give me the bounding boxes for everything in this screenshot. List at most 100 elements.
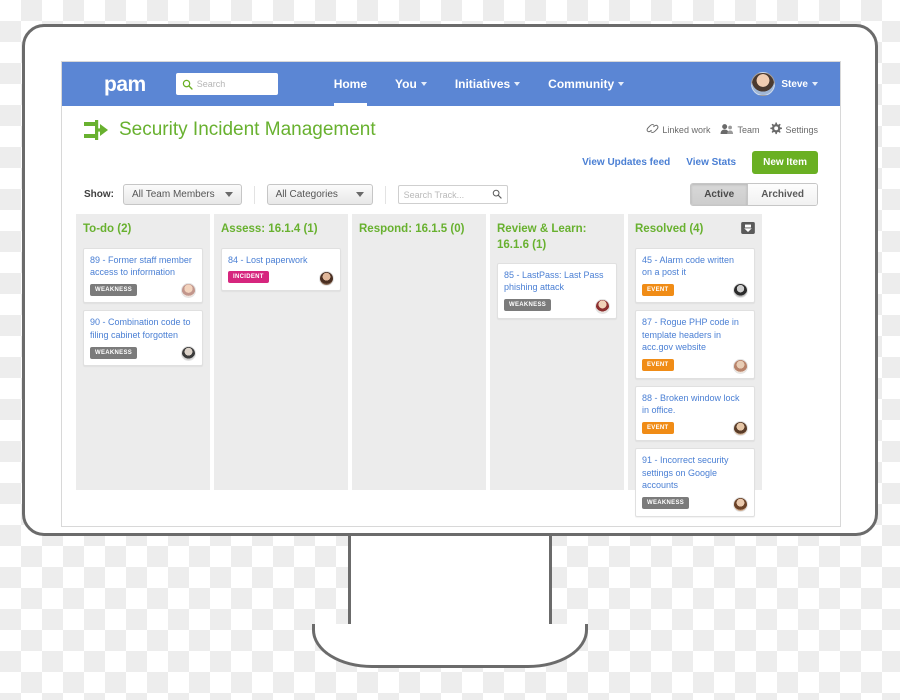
nav-link-initiatives-label: Initiatives [454, 77, 511, 91]
page-title: Security Incident Management [119, 119, 376, 140]
card-title: 88 - Broken window lock in office. [642, 392, 740, 415]
status-badge: WEAKNESS [504, 299, 552, 312]
nav-link-you-label: You [395, 77, 417, 91]
column-title: Respond: 16.1.5 (0) [359, 223, 465, 235]
archive-icon[interactable] [741, 222, 755, 240]
avatar [595, 298, 610, 314]
card-footer: WEAKNESS [90, 345, 196, 362]
divider [253, 185, 255, 204]
avatar [733, 496, 748, 512]
card-footer: WEAKNESS [642, 496, 748, 512]
avatar [319, 270, 334, 286]
chevron-down-icon [618, 82, 625, 86]
search-icon [182, 79, 193, 90]
categories-select-value: All Categories [275, 189, 338, 200]
card[interactable]: 85 - LastPass: Last Pass phishing attack… [497, 263, 617, 319]
nav-link-you[interactable]: You [395, 62, 427, 106]
card[interactable]: 91 - Incorrect security settings on Goog… [635, 448, 755, 517]
status-badge: WEAKNESS [90, 283, 138, 296]
nav-link-community[interactable]: Community [548, 62, 625, 106]
page-root: pam Search Home You Initiatives Communit… [0, 0, 900, 700]
user-menu[interactable]: Steve [751, 72, 818, 96]
board-column-respond: Respond: 16.1.5 (0) [352, 214, 486, 490]
team-label: Team [737, 124, 760, 135]
app-logo[interactable]: pam [104, 74, 146, 95]
monitor-stand-base [312, 624, 588, 668]
segment-archived[interactable]: Archived [747, 184, 817, 205]
card[interactable]: 45 - Alarm code written on a post it EVE… [635, 247, 755, 304]
global-search-box[interactable]: Search [175, 73, 278, 95]
chevron-down-icon [812, 82, 818, 86]
card[interactable]: 90 - Combination code to filing cabinet … [83, 310, 203, 367]
card-footer: INCIDENT [228, 270, 334, 286]
column-title: To-do (2) [83, 223, 132, 235]
card-title: 84 - Lost paperwork [228, 254, 308, 265]
track-search-placeholder: Search Track... [403, 189, 465, 200]
nav-link-home[interactable]: Home [333, 62, 368, 106]
column-title: Assess: 16.1.4 (1) [221, 223, 318, 235]
column-title-wrap: Resolved (4) [635, 222, 755, 238]
column-title: Resolved (4) [635, 223, 704, 235]
people-icon [720, 123, 734, 137]
card-title: 87 - Rogue PHP code in template headers … [642, 317, 739, 353]
settings-button[interactable]: Settings [769, 122, 818, 137]
show-label: Show: [84, 189, 114, 200]
view-updates-feed-link[interactable]: View Updates feed [582, 157, 670, 168]
card-footer: EVENT [642, 358, 748, 374]
avatar [181, 283, 196, 299]
active-archived-toggle: Active Archived [690, 183, 818, 206]
page-header: Security Incident Management Linked work [62, 106, 840, 141]
search-icon [492, 186, 502, 204]
card[interactable]: 84 - Lost paperwork INCIDENT [221, 247, 341, 291]
avatar [733, 421, 748, 437]
board-column-todo: To-do (2) 89 - Former staff member acces… [76, 214, 210, 490]
avatar [181, 346, 196, 362]
team-button[interactable]: Team [720, 123, 759, 137]
settings-label: Settings [785, 124, 818, 135]
card[interactable]: 88 - Broken window lock in office. EVENT [635, 385, 755, 442]
nav-links: Home You Initiatives Community [333, 62, 652, 106]
card-title: 85 - LastPass: Last Pass phishing attack [504, 270, 604, 293]
card[interactable]: 89 - Former staff member access to infor… [83, 247, 203, 304]
linked-work-button[interactable]: Linked work [646, 123, 710, 136]
status-badge: WEAKNESS [642, 497, 690, 510]
view-stats-link[interactable]: View Stats [686, 157, 736, 168]
segment-active[interactable]: Active [691, 184, 748, 205]
kanban-board: To-do (2) 89 - Former staff member acces… [62, 214, 840, 517]
card-footer: EVENT [642, 282, 748, 299]
top-navigation-bar: pam Search Home You Initiatives Communit… [62, 62, 840, 106]
header-tools: Linked work Team Settings [641, 122, 818, 137]
user-menu-label: Steve [781, 78, 808, 90]
board-actions: View Updates feed View Stats New Item [62, 141, 840, 174]
categories-select[interactable]: All Categories [266, 184, 373, 205]
team-members-select-value: All Team Members [132, 189, 215, 200]
chevron-down-icon [514, 82, 521, 86]
nav-link-initiatives[interactable]: Initiatives [454, 62, 521, 106]
board-column-review-learn: Review & Learn: 16.1.6 (1) 85 - LastPass… [490, 214, 624, 490]
linked-work-label: Linked work [662, 124, 711, 135]
card[interactable]: 87 - Rogue PHP code in template headers … [635, 310, 755, 379]
column-title: Review & Learn: 16.1.6 (1) [497, 223, 587, 251]
link-icon [646, 123, 659, 136]
card-footer: WEAKNESS [90, 282, 196, 299]
monitor-stand-joint [352, 620, 548, 630]
nav-link-community-label: Community [548, 77, 615, 91]
card-footer: EVENT [642, 420, 748, 437]
nav-link-home-label: Home [333, 77, 368, 91]
track-search-input[interactable]: Search Track... [397, 185, 508, 204]
global-search-placeholder: Search [196, 79, 226, 89]
card-title: 45 - Alarm code written on a post it [642, 254, 735, 277]
gear-icon [769, 122, 783, 137]
monitor-screen: pam Search Home You Initiatives Communit… [61, 61, 841, 527]
team-members-select[interactable]: All Team Members [123, 184, 242, 205]
status-badge: INCIDENT [228, 271, 269, 284]
board-icon [84, 120, 110, 140]
card-title: 89 - Former staff member access to infor… [90, 254, 192, 277]
chevron-down-icon [224, 192, 233, 197]
filter-bar: Show: All Team Members All Categories Se… [62, 174, 840, 214]
new-item-button[interactable]: New Item [752, 151, 818, 174]
card-title: 91 - Incorrect security settings on Goog… [642, 455, 729, 491]
board-column-assess: Assess: 16.1.4 (1) 84 - Lost paperwork I… [214, 214, 348, 490]
status-badge: WEAKNESS [90, 346, 138, 359]
divider [384, 185, 386, 204]
